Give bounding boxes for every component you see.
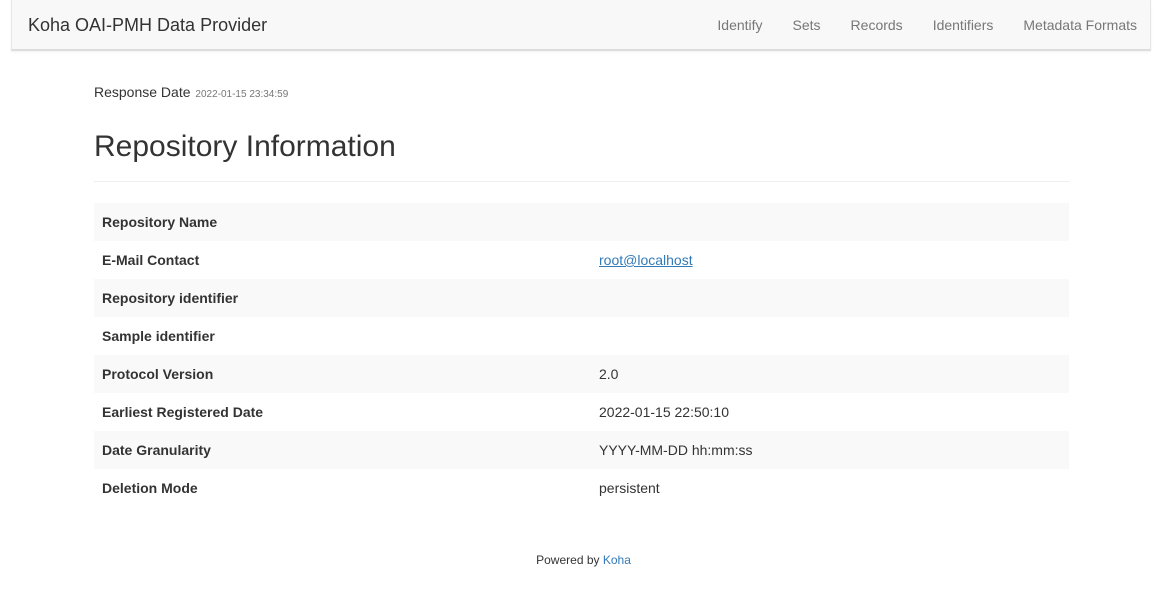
top-navbar: Koha OAI-PMH Data Provider Identify Sets…: [11, 0, 1151, 51]
koha-link[interactable]: Koha: [603, 553, 631, 567]
row-key: Repository Name: [94, 203, 591, 241]
table-row: Deletion Mode persistent: [94, 469, 1069, 507]
row-key: Repository identifier: [94, 279, 591, 317]
page-title: Repository Information: [94, 130, 396, 163]
footer-prefix: Powered by: [536, 553, 600, 567]
row-key: Date Granularity: [94, 431, 591, 469]
table-row: E-Mail Contact root@localhost: [94, 241, 1069, 279]
response-date-label: Response Date: [94, 84, 191, 100]
response-date-value: 2022-01-15 23:34:59: [195, 89, 289, 100]
row-key: Sample identifier: [102, 328, 215, 344]
nav-identifiers[interactable]: Identifiers: [933, 17, 994, 33]
nav-menu: Identify Sets Records Identifiers Metada…: [687, 17, 1137, 33]
row-value: 2022-01-15 22:50:10: [599, 404, 729, 420]
row-key: E-Mail Contact: [102, 252, 200, 268]
row-value: [591, 279, 1069, 317]
table-row: Earliest Registered Date 2022-01-15 22:5…: [94, 393, 1069, 431]
row-value: persistent: [599, 480, 660, 496]
row-key: Earliest Registered Date: [102, 404, 264, 420]
brand-link[interactable]: Koha OAI-PMH Data Provider: [28, 15, 267, 36]
nav-records[interactable]: Records: [851, 17, 903, 33]
row-key: Protocol Version: [94, 355, 591, 393]
repository-info-table: Repository Name E-Mail Contact root@loca…: [94, 203, 1069, 507]
table-row: Repository identifier: [94, 279, 1069, 317]
email-contact-link[interactable]: root@localhost: [599, 252, 693, 268]
row-value: 2.0: [591, 355, 1069, 393]
nav-identify[interactable]: Identify: [717, 17, 762, 33]
title-divider: [94, 181, 1069, 182]
row-value: [591, 317, 1069, 355]
row-key: Deletion Mode: [102, 480, 198, 496]
response-date: Response Date 2022-01-15 23:34:59: [94, 84, 288, 100]
row-value: YYYY-MM-DD hh:mm:ss: [591, 431, 1069, 469]
nav-metadata-formats[interactable]: Metadata Formats: [1023, 17, 1137, 33]
nav-sets[interactable]: Sets: [793, 17, 821, 33]
table-row: Sample identifier: [94, 317, 1069, 355]
row-value: [591, 203, 1069, 241]
table-row: Repository Name: [94, 203, 1069, 241]
row-value: root@localhost: [591, 241, 1069, 279]
footer: Powered by Koha: [0, 553, 1167, 567]
table-row: Protocol Version 2.0: [94, 355, 1069, 393]
table-row: Date Granularity YYYY-MM-DD hh:mm:ss: [94, 431, 1069, 469]
